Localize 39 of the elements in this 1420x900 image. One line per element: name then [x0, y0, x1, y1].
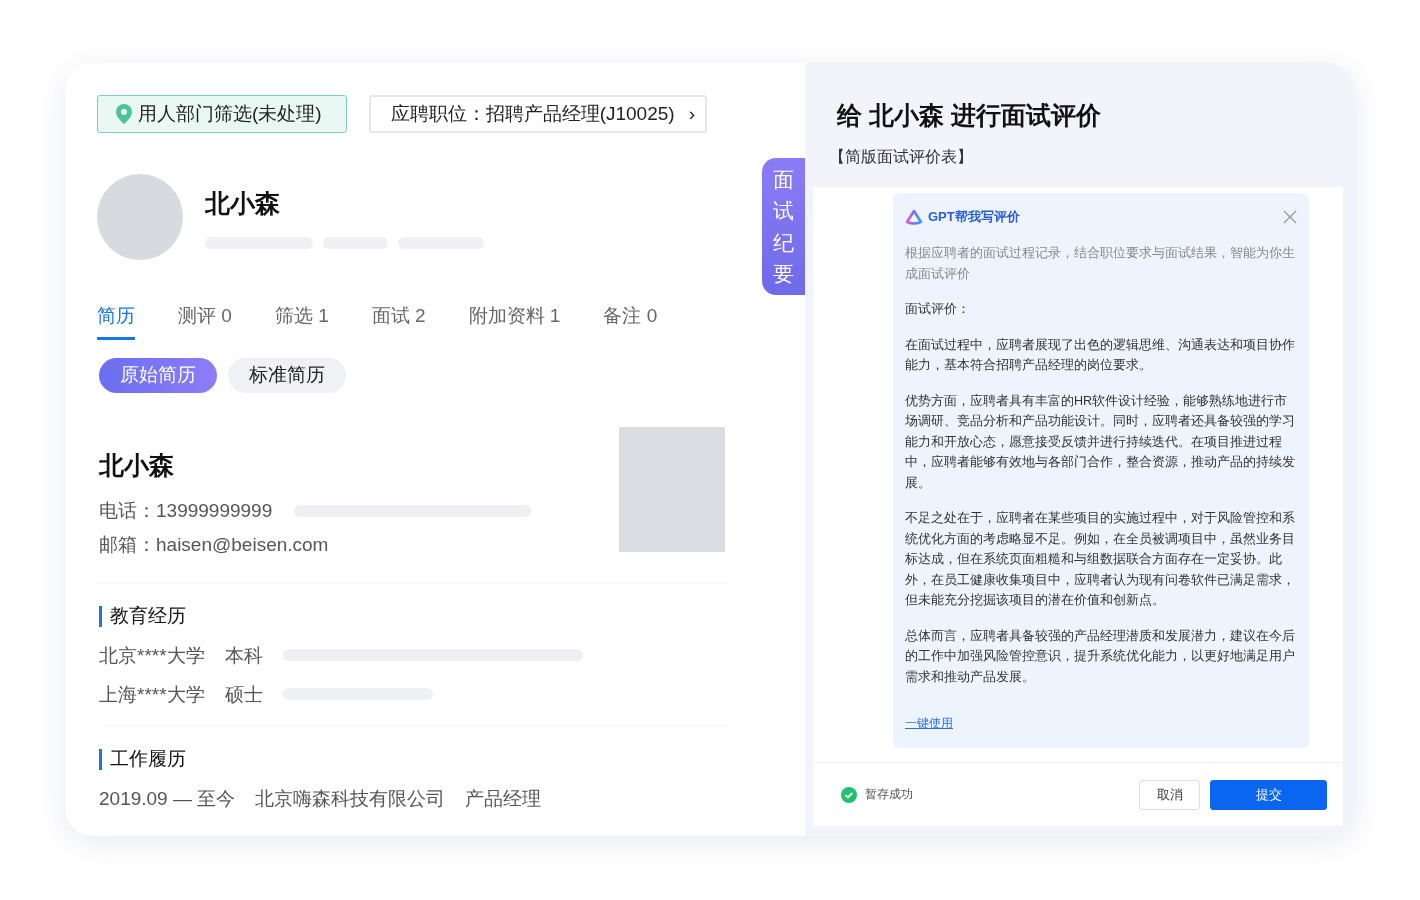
resume-entry-text: 上海****大学: [99, 682, 205, 706]
resume-name: 北小森: [99, 449, 175, 481]
review-paragraph: 优势方面，应聘者具有丰富的HR软件设计经验，能够熟练地进行市场调研、竞品分析和产品功能设计。同时，应聘者还具备较强的学习能力和开放心态，愿意接受反馈并进行持续迭代。在项目推进过程中，应聘者能够有效地与各部门合作，整合资源，推动产品的持续发展。: [905, 392, 1296, 492]
review-paragraph: 总体而言，应聘者具备较强的产品经理潜质和发展潜力，建议在今后的工作中加强风险管控意识，提升系统优化能力，以更好地满足用户需求和推动产品发展。: [905, 627, 1296, 686]
close-icon[interactable]: [1283, 209, 1297, 224]
tab[interactable]: 附加资料 1: [468, 302, 561, 340]
resume-entry-text: 2019.09 — 至今: [99, 786, 236, 810]
tab[interactable]: 备注 0: [603, 302, 658, 340]
submit-button[interactable]: 提交: [1210, 779, 1327, 810]
form-subtitle: 【简版面试评价表】: [829, 146, 974, 167]
contact-text: 邮箱：haisen@beisen.com: [99, 533, 329, 556]
cancel-button[interactable]: 取消: [1139, 779, 1200, 810]
ai-logo-icon: [905, 208, 923, 225]
save-status: 暂存成功: [865, 786, 913, 802]
success-check-icon: [841, 786, 857, 803]
review-title: 给 北小森 进行面试评价: [837, 100, 1102, 131]
apply-link[interactable]: 一键使用: [905, 717, 953, 729]
tab[interactable]: 面试 2: [371, 302, 426, 340]
tab[interactable]: 测评 0: [178, 302, 232, 340]
resume-entry-text: 北京****大学: [99, 643, 205, 667]
resume-entry-text: 产品经理: [465, 786, 542, 810]
assistant-title: GPT帮我写评价: [928, 207, 1020, 226]
side-tab[interactable]: 面试纪要: [762, 158, 805, 295]
resume-entry-text: 硕士: [224, 682, 263, 706]
review-paragraph: 在面试过程中，应聘者展现了出色的逻辑思维、沟通表达和项目协作能力，基本符合招聘产品经理的岗位要求。: [905, 336, 1296, 374]
stage-label: 用人部门筛选(未处理): [138, 101, 322, 126]
candidate-name: 北小森: [205, 188, 281, 220]
location-pin-icon: [116, 104, 132, 124]
resume-view-button[interactable]: 标准简历: [228, 357, 346, 393]
review-paragraph: 不足之处在于，应聘者在某些项目的实施过程中，对于风险管控和系统优化方面的考虑略显不足。例如，在全员被调项目中，虽然业务目标达成，但在系统页面粗糙和与组数据联合方面存在一定妥协。此外，在员工健康收集项目中，应聘者认为现有问卷软件已满足需求，但未能充分挖掘该项目的潜在价值和创新点。: [905, 510, 1296, 609]
resume-view-button[interactable]: 原始简历: [99, 357, 217, 393]
tab[interactable]: 简历: [97, 302, 135, 340]
assistant-intro: 根据应聘者的面试过程记录，结合职位要求与面试结果，智能为你生成面试评价: [905, 245, 1296, 283]
review-heading: 面试评价：: [905, 301, 971, 318]
resume-entry-text: 北京嗨森科技有限公司: [255, 786, 446, 810]
tab[interactable]: 筛选 1: [274, 302, 329, 340]
resume-entry-text: 本科: [224, 643, 263, 667]
position-link[interactable]: 应聘职位：招聘产品经理(J10025) ›: [368, 95, 707, 133]
contact-text: 电话：13999999999: [99, 499, 273, 522]
